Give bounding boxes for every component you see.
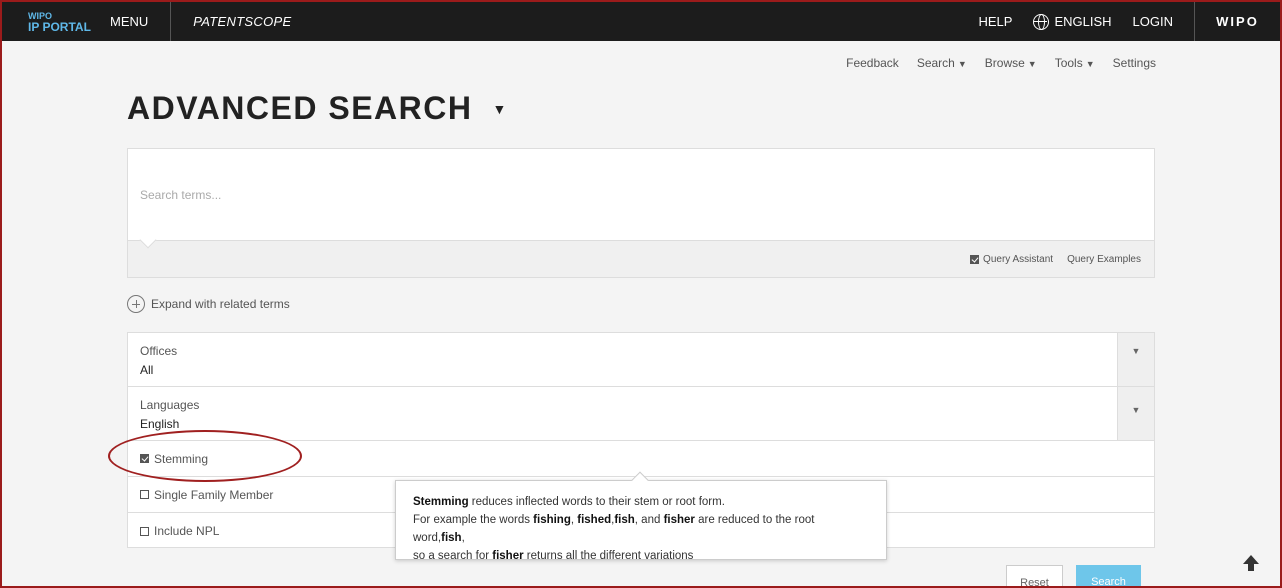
search-box: Query Assistant Query Examples	[127, 148, 1155, 278]
include-npl-label: Include NPL	[154, 524, 220, 538]
tooltip-keyword: fishing	[533, 514, 571, 526]
nav-browse-label: Browse	[984, 56, 1025, 70]
single-family-checkbox[interactable]	[140, 490, 149, 499]
tooltip-line-2: For example the words fishing, fished,fi…	[413, 511, 869, 547]
menu-button[interactable]: MENU	[96, 2, 172, 41]
include-npl-checkbox[interactable]	[140, 526, 149, 536]
globe-icon	[1033, 13, 1050, 30]
stemming-label: Stemming	[154, 451, 209, 466]
expand-related-terms[interactable]: Expand with related terms	[127, 295, 290, 313]
nav-search[interactable]: Search ▼	[917, 56, 967, 70]
tooltip-line-1: Stemming reduces inflected words to thei…	[413, 493, 869, 511]
offices-value: All	[140, 363, 154, 377]
tooltip-term: Stemming	[413, 496, 469, 508]
page-title-group[interactable]: ADVANCED SEARCH ▼	[127, 90, 508, 127]
reset-button[interactable]: Reset	[1006, 565, 1063, 588]
plus-circle-icon	[127, 295, 145, 313]
wipo-brand[interactable]: WIPO	[1194, 2, 1280, 41]
wipo-ip-portal-logo[interactable]: WIPO IP PORTAL	[2, 2, 96, 41]
title-dropdown-icon[interactable]: ▼	[492, 101, 507, 117]
page-title: ADVANCED SEARCH	[127, 90, 473, 126]
tooltip-text: returns all the different variations	[523, 550, 694, 562]
search-footer: Query Assistant Query Examples	[128, 240, 1154, 277]
logo-bottom-text: IP PORTAL	[28, 20, 91, 34]
chevron-down-icon: ▼	[1027, 59, 1037, 69]
chevron-down-icon[interactable]: ▼	[1117, 387, 1154, 440]
tooltip-text: ,	[461, 532, 465, 544]
offices-label: Offices	[140, 344, 178, 358]
languages-value: English	[140, 417, 180, 431]
tooltip-line-3: so a search for fisher returns all the d…	[413, 547, 869, 565]
nav-settings[interactable]: Settings	[1113, 56, 1156, 70]
tooltip-text: For example the words	[413, 514, 534, 526]
tooltip-keyword: fisher	[663, 514, 695, 526]
nav-tools[interactable]: Tools ▼	[1055, 56, 1095, 70]
top-bar: WIPO IP PORTAL MENU PATENTSCOPE HELP ENG…	[2, 2, 1280, 41]
stemming-checkbox[interactable]	[140, 454, 149, 463]
secondary-nav: Feedback Search ▼ Browse ▼ Tools ▼ Settings	[846, 56, 1156, 70]
chevron-down-icon: ▼	[957, 59, 967, 69]
nav-browse[interactable]: Browse ▼	[985, 56, 1037, 70]
product-name[interactable]: PATENTSCOPE	[171, 14, 967, 29]
language-selector[interactable]: ENGLISH	[1023, 13, 1121, 30]
languages-select[interactable]: Languages English ▼	[128, 387, 1154, 441]
query-assistant-checkbox[interactable]	[970, 254, 980, 264]
tooltip-keyword: fisher	[492, 550, 524, 562]
nav-feedback[interactable]: Feedback	[846, 56, 899, 70]
header-actions: HELP ENGLISH LOGIN WIPO	[967, 2, 1280, 41]
expand-label: Expand with related terms	[151, 297, 290, 311]
tooltip-text: , and	[634, 514, 664, 526]
single-family-label: Single Family Member	[154, 487, 274, 502]
query-examples-link[interactable]: Query Examples	[1067, 254, 1141, 265]
query-assistant-toggle[interactable]: Query Assistant	[970, 254, 1053, 265]
tooltip-text: so a search for	[413, 550, 493, 562]
nav-search-label: Search	[916, 56, 955, 70]
chevron-down-icon: ▼	[1085, 59, 1095, 69]
search-button[interactable]: Search	[1076, 565, 1141, 588]
login-link[interactable]: LOGIN	[1122, 14, 1184, 29]
tooltip-text: reduces inflected words to their stem or…	[468, 496, 725, 508]
languages-label: Languages	[140, 398, 200, 412]
offices-select[interactable]: Offices All ▼	[128, 333, 1154, 387]
scroll-to-top-icon[interactable]	[1241, 553, 1261, 573]
language-label: ENGLISH	[1054, 14, 1112, 29]
nav-tools-label: Tools	[1054, 56, 1083, 70]
tooltip-keyword: fished	[577, 514, 612, 526]
query-assistant-label: Query Assistant	[983, 253, 1054, 265]
tooltip-keyword: fish	[441, 532, 462, 544]
tooltip-keyword: fish	[614, 514, 635, 526]
stemming-tooltip: Stemming reduces inflected words to thei…	[395, 471, 887, 562]
search-input[interactable]	[128, 149, 1154, 241]
chevron-down-icon[interactable]: ▼	[1117, 333, 1154, 386]
help-link[interactable]: HELP	[967, 14, 1023, 29]
